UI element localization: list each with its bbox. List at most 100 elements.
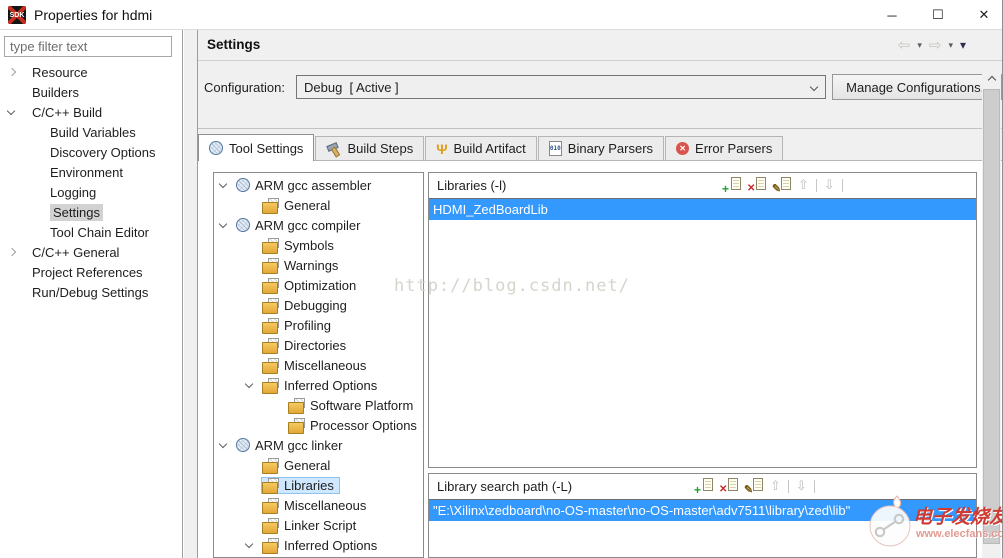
sidebar-item-discovery-options[interactable]: Discovery Options bbox=[0, 142, 182, 162]
chevron-right-icon[interactable] bbox=[7, 247, 17, 257]
folder-icon bbox=[262, 457, 279, 474]
sidebar-item-environment[interactable]: Environment bbox=[0, 162, 182, 182]
chevron-down-icon[interactable] bbox=[244, 539, 254, 548]
tab-bar: Tool Settings Build Steps Ψ Build Artifa… bbox=[198, 129, 1002, 161]
folder-icon bbox=[262, 277, 279, 294]
folder-icon bbox=[262, 237, 279, 254]
add-icon[interactable]: + bbox=[694, 478, 713, 496]
tool-settings-tree: ARM gcc assembler General ARM gcc compil… bbox=[213, 172, 424, 558]
tool-tree-item-warnings[interactable]: Warnings bbox=[214, 255, 423, 275]
tool-tree-item-arm-gcc-compiler[interactable]: ARM gcc compiler bbox=[214, 215, 423, 235]
tool-tree-item-debugging[interactable]: Debugging bbox=[214, 295, 423, 315]
edit-icon[interactable]: ✎ bbox=[744, 478, 763, 496]
sidebar-item-project-references[interactable]: Project References bbox=[0, 262, 182, 282]
artifact-icon: Ψ bbox=[436, 140, 448, 157]
chevron-down-icon[interactable] bbox=[218, 179, 228, 188]
folder-icon bbox=[262, 517, 279, 534]
sidebar-item-run-debug-settings[interactable]: Run/Debug Settings bbox=[0, 282, 182, 302]
minimize-icon[interactable]: ─ bbox=[884, 8, 900, 23]
tab-build-artifact[interactable]: Ψ Build Artifact bbox=[425, 136, 537, 160]
hammer-icon bbox=[326, 142, 341, 156]
library-search-path-panel: Library search path (-L) + ✕ ✎ ⇧ ⇩ "E:\X… bbox=[428, 473, 977, 558]
sidebar-item-settings[interactable]: Settings bbox=[0, 202, 182, 222]
properties-dialog: SDK Properties for hdmi ─ ☐ ✕ Resource B… bbox=[0, 0, 1003, 558]
move-up-icon[interactable]: ⇧ bbox=[798, 177, 809, 193]
page-title: Settings bbox=[207, 37, 261, 52]
move-down-icon[interactable]: ⇩ bbox=[796, 478, 807, 494]
xilinx-sdk-icon: SDK bbox=[8, 6, 26, 24]
tool-tree-item-software-platform[interactable]: Software Platform bbox=[214, 395, 423, 415]
scroll-up-icon[interactable] bbox=[982, 70, 1001, 87]
search-path-toolbar: + ✕ ✎ ⇧ ⇩ bbox=[694, 478, 815, 496]
chevron-right-icon[interactable] bbox=[7, 67, 17, 77]
tab-tool-settings[interactable]: Tool Settings bbox=[198, 134, 315, 161]
libraries-list: HDMI_ZedBoardLib bbox=[429, 199, 976, 220]
folder-icon bbox=[262, 537, 279, 554]
forward-dropdown-icon[interactable]: ▾ bbox=[948, 41, 953, 50]
chevron-down-icon[interactable] bbox=[244, 379, 254, 388]
tool-tree-item-linker-script[interactable]: Linker Script bbox=[214, 515, 423, 535]
sidebar-item-build-variables[interactable]: Build Variables bbox=[0, 122, 182, 142]
tool-tree-item-directories[interactable]: Directories bbox=[214, 335, 423, 355]
back-arrow-icon[interactable]: ⇦ bbox=[898, 38, 911, 53]
view-menu-icon[interactable]: ▾ bbox=[960, 39, 966, 51]
libraries-toolbar: + ✕ ✎ ⇧ ⇩ bbox=[722, 177, 843, 195]
list-item[interactable]: "E:\Xilinx\zedboard\no-OS-master\no-OS-m… bbox=[429, 500, 976, 521]
tool-tree-item-inferred-options[interactable]: Inferred Options bbox=[214, 375, 423, 395]
back-dropdown-icon[interactable]: ▾ bbox=[917, 41, 922, 50]
tool-tree-item-linker-inferred-options[interactable]: Inferred Options bbox=[214, 535, 423, 555]
chevron-down-icon[interactable] bbox=[218, 219, 228, 228]
folder-icon bbox=[288, 417, 305, 434]
tool-tree-item-libraries[interactable]: Libraries bbox=[214, 475, 423, 495]
tool-icon bbox=[236, 178, 250, 192]
tool-tree-item-arm-gcc-assembler[interactable]: ARM gcc assembler bbox=[214, 175, 423, 195]
delete-icon[interactable]: ✕ bbox=[719, 478, 738, 495]
page-header: Settings ⇦ ▾ ⇨ ▾ ▾ bbox=[198, 30, 1002, 61]
tool-tree-item-profiling[interactable]: Profiling bbox=[214, 315, 423, 335]
sidebar-splitter[interactable] bbox=[184, 30, 198, 558]
tool-tree-item-symbols[interactable]: Symbols bbox=[214, 235, 423, 255]
list-item[interactable]: HDMI_ZedBoardLib bbox=[429, 199, 976, 220]
libraries-panel: Libraries (-l) + ✕ ✎ ⇧ ⇩ HDMI_ZedBoardLi… bbox=[428, 172, 977, 468]
forward-arrow-icon[interactable]: ⇨ bbox=[929, 38, 942, 53]
tab-error-parsers[interactable]: ✕ Error Parsers bbox=[665, 136, 784, 160]
scrollbar-thumb[interactable] bbox=[983, 89, 1000, 544]
search-path-panel-title: Library search path (-L) bbox=[437, 479, 573, 494]
sidebar-item-resource[interactable]: Resource bbox=[0, 62, 182, 82]
tool-tree-item-general[interactable]: General bbox=[214, 195, 423, 215]
tool-icon bbox=[236, 438, 250, 452]
chevron-down-icon[interactable] bbox=[6, 106, 16, 115]
folder-icon bbox=[262, 317, 279, 334]
filter-input[interactable] bbox=[4, 36, 172, 57]
tool-icon bbox=[236, 218, 250, 232]
tool-tree-item-processor-options[interactable]: Processor Options bbox=[214, 415, 423, 435]
sidebar-item-builders[interactable]: Builders bbox=[0, 82, 182, 102]
tool-tree-item-linker-miscellaneous[interactable]: Miscellaneous bbox=[214, 495, 423, 515]
move-up-icon[interactable]: ⇧ bbox=[770, 478, 781, 494]
edit-icon[interactable]: ✎ bbox=[772, 177, 791, 195]
sidebar-item-logging[interactable]: Logging bbox=[0, 182, 182, 202]
search-path-list: "E:\Xilinx\zedboard\no-OS-master\no-OS-m… bbox=[429, 500, 976, 521]
maximize-icon[interactable]: ☐ bbox=[930, 7, 946, 23]
close-icon[interactable]: ✕ bbox=[976, 7, 992, 23]
tool-tree-item-optimization[interactable]: Optimization bbox=[214, 275, 423, 295]
tab-build-steps[interactable]: Build Steps bbox=[315, 136, 425, 160]
move-down-icon[interactable]: ⇩ bbox=[824, 177, 835, 193]
sidebar-item-tool-chain-editor[interactable]: Tool Chain Editor bbox=[0, 222, 182, 242]
tool-tree-item-linker-general[interactable]: General bbox=[214, 455, 423, 475]
vertical-scrollbar[interactable] bbox=[982, 70, 1001, 558]
manage-configurations-button[interactable]: Manage Configurations.. bbox=[832, 74, 1002, 100]
tool-tree-item-miscellaneous[interactable]: Miscellaneous bbox=[214, 355, 423, 375]
add-icon[interactable]: + bbox=[722, 177, 741, 195]
libraries-panel-title: Libraries (-l) bbox=[437, 178, 507, 193]
configuration-select[interactable]: Debug [ Active ] bbox=[296, 75, 826, 99]
chevron-down-icon[interactable] bbox=[218, 439, 228, 448]
tool-tree-item-arm-gcc-linker[interactable]: ARM gcc linker bbox=[214, 435, 423, 455]
delete-icon[interactable]: ✕ bbox=[747, 177, 766, 194]
window-controls: ─ ☐ ✕ bbox=[884, 0, 992, 30]
sidebar-item-cpp-build[interactable]: C/C++ Build bbox=[0, 102, 182, 122]
window-title: Properties for hdmi bbox=[34, 7, 153, 23]
configuration-value: Debug [ Active ] bbox=[304, 79, 399, 95]
sidebar-item-cpp-general[interactable]: C/C++ General bbox=[0, 242, 182, 262]
tab-binary-parsers[interactable]: 010 Binary Parsers bbox=[537, 136, 665, 160]
